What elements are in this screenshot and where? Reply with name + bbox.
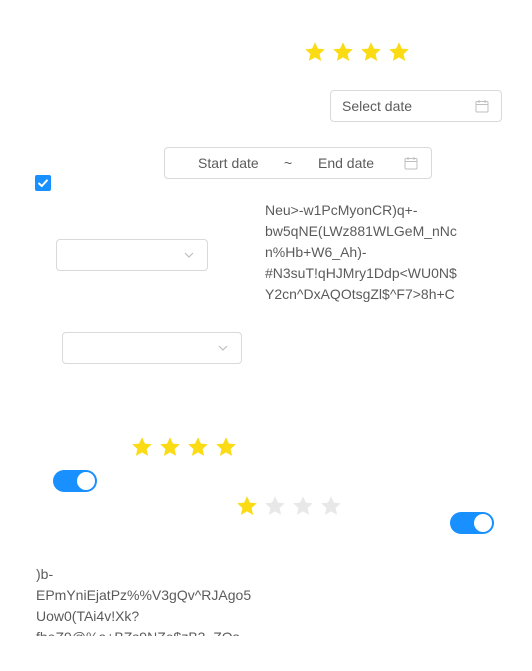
date-picker[interactable]: Select date <box>330 90 502 122</box>
rating-top[interactable] <box>303 40 411 64</box>
switch-knob <box>474 514 492 532</box>
date-picker-placeholder: Select date <box>342 98 413 114</box>
range-start-input[interactable]: Start date <box>198 155 259 171</box>
star-icon[interactable] <box>359 40 383 64</box>
text-block-bottom: )b- EPmYniEjatPz%%V3gQv^RJAgo5 Uow0(TAi4… <box>36 566 252 636</box>
rating-low[interactable] <box>235 494 343 518</box>
toggle-switch-left[interactable] <box>53 470 97 492</box>
star-icon[interactable] <box>214 435 238 459</box>
text-block-bottom-container: )b- EPmYniEjatPz%%V3gQv^RJAgo5 Uow0(TAi4… <box>36 564 266 636</box>
star-icon[interactable] <box>303 40 327 64</box>
star-icon[interactable] <box>158 435 182 459</box>
star-icon[interactable] <box>387 40 411 64</box>
star-icon[interactable] <box>291 494 315 518</box>
chevron-down-icon <box>218 345 228 351</box>
star-icon[interactable] <box>319 494 343 518</box>
star-icon[interactable] <box>331 40 355 64</box>
star-icon[interactable] <box>186 435 210 459</box>
star-icon[interactable] <box>130 435 154 459</box>
star-icon[interactable] <box>263 494 287 518</box>
calendar-icon <box>475 100 489 113</box>
range-separator: ~ <box>284 155 293 171</box>
rating-mid[interactable] <box>130 435 238 459</box>
range-end-input[interactable]: End date <box>318 155 374 171</box>
select-2[interactable] <box>62 332 242 364</box>
switch-knob <box>77 472 95 490</box>
date-range-picker[interactable]: Start date ~ End date <box>164 147 432 179</box>
toggle-switch-right[interactable] <box>450 512 494 534</box>
check-icon <box>37 179 49 188</box>
chevron-down-icon <box>184 252 194 258</box>
checkbox[interactable] <box>35 175 51 191</box>
select-1[interactable] <box>56 239 208 271</box>
star-icon[interactable] <box>235 494 259 518</box>
calendar-icon <box>404 157 418 170</box>
text-block-right: Neu>-w1PcMyonCR)q+- bw5qNE(LWz881WLGeM_n… <box>265 202 457 302</box>
